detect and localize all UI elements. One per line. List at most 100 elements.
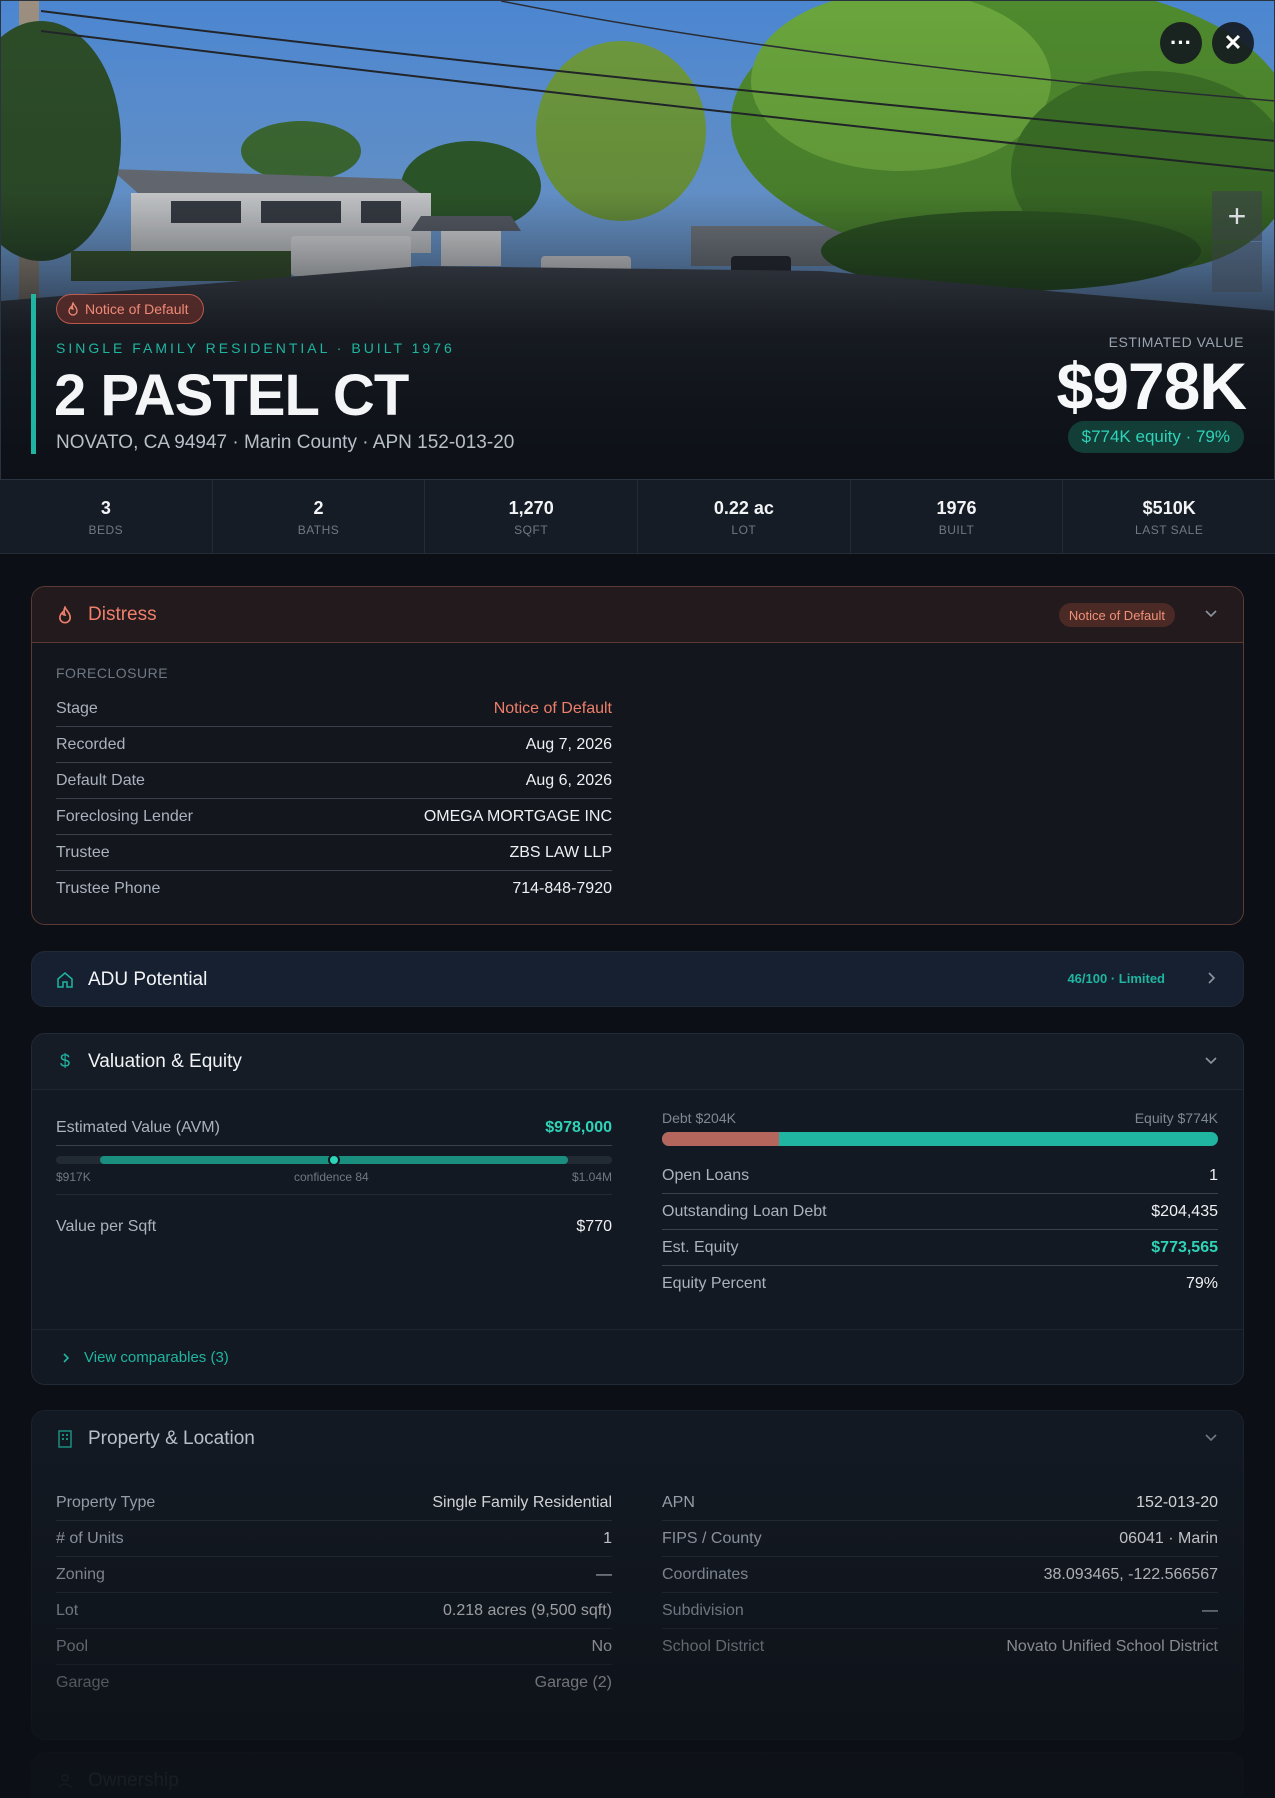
- detail-value: OMEGA MORTGAGE INC: [423, 807, 612, 825]
- valuation-header[interactable]: $ Valuation & Equity: [32, 1034, 1243, 1090]
- comparables-label: View comparables (3): [84, 1349, 229, 1366]
- range-high: $1.04M: [571, 1170, 612, 1184]
- property-header[interactable]: Property & Location: [32, 1411, 1243, 1467]
- detail-value: ZBS LAW LLP: [509, 843, 612, 861]
- detail-key: Trustee Phone: [56, 880, 161, 897]
- detail-row: Pool No: [56, 1629, 612, 1665]
- estimated-value: $978K: [1056, 349, 1247, 423]
- avm-range-bar: [56, 1154, 612, 1166]
- close-icon: ✕: [1223, 30, 1243, 55]
- debt-segment: [662, 1132, 779, 1146]
- detail-row: # of Units 1: [56, 1521, 612, 1557]
- detail-value: No: [591, 1637, 612, 1655]
- chevron-down-icon[interactable]: [1203, 1053, 1219, 1069]
- chevron-right-icon: [63, 1352, 70, 1363]
- more-icon: ···: [1170, 30, 1192, 55]
- detail-value: 1: [1209, 1166, 1218, 1184]
- detail-key: School District: [662, 1638, 765, 1655]
- distress-header[interactable]: Distress Notice of Default: [32, 587, 1243, 643]
- detail-row: Property Type Single Family Residential: [56, 1485, 612, 1521]
- valuation-equity-card: $ Valuation & Equity Estimated Value (AV…: [31, 1033, 1244, 1385]
- detail-row: APN 152-013-20: [662, 1485, 1218, 1521]
- property-details-right: APN 152-013-20 FIPS / County 06041 · Mar…: [662, 1485, 1218, 1665]
- zoom-in-button[interactable]: +: [1212, 191, 1262, 241]
- stat-value: 1976: [936, 498, 977, 518]
- detail-key: Default Date: [56, 771, 145, 789]
- avm-block: Estimated Value (AVM) $978,000 $917K con…: [56, 1110, 612, 1245]
- title-accent-bar: [31, 294, 36, 454]
- detail-value: Aug 7, 2026: [525, 735, 612, 753]
- detail-key: Value per Sqft: [56, 1218, 157, 1235]
- loan-details: Open Loans 1 Outstanding Loan Debt $204,…: [662, 1158, 1218, 1302]
- detail-row: Trustee Phone 714-848-7920: [56, 871, 612, 907]
- stat-label: BUILT: [938, 523, 975, 537]
- debt-equity-block: Debt $204K Equity $774K Open Loans 1 Out…: [662, 1110, 1218, 1302]
- debt-equity-bar: [662, 1132, 1218, 1146]
- detail-value: 152-013-20: [1136, 1493, 1218, 1511]
- detail-row: Est. Equity $773,565: [662, 1230, 1218, 1266]
- view-comparables-link[interactable]: View comparables (3): [32, 1329, 1243, 1384]
- range-low: $917K: [56, 1170, 91, 1184]
- detail-key: Pool: [56, 1637, 89, 1655]
- detail-row: FIPS / County 06041 · Marin: [662, 1521, 1218, 1557]
- close-button[interactable]: ✕: [1212, 22, 1254, 64]
- ownership-header[interactable]: Ownership: [32, 1753, 1243, 1798]
- stat-value: 1,270: [508, 498, 554, 518]
- detail-key: # of Units: [56, 1529, 124, 1547]
- home-icon: [56, 971, 74, 989]
- detail-value: 38.093465, -122.566567: [1043, 1565, 1218, 1583]
- stat-lot: 0.22 ac LOT: [638, 480, 851, 553]
- detail-value: 06041 · Marin: [1119, 1529, 1218, 1547]
- detail-value[interactable]: 714-848-7920: [512, 880, 612, 898]
- stat-label: BEDS: [88, 523, 124, 537]
- detail-key: Subdivision: [662, 1601, 744, 1619]
- stat-label: LAST SALE: [1135, 523, 1204, 537]
- debt-label: Debt $204K: [662, 1110, 736, 1126]
- detail-key: Zoning: [56, 1565, 105, 1583]
- card-title: Distress: [88, 603, 157, 625]
- detail-row: Zoning —: [56, 1557, 612, 1593]
- card-title: Valuation & Equity: [88, 1050, 242, 1072]
- card-title: Property & Location: [88, 1428, 255, 1449]
- detail-value: 1: [603, 1529, 612, 1547]
- detail-key: Outstanding Loan Debt: [662, 1202, 827, 1220]
- stat-built: 1976 BUILT: [851, 480, 1064, 553]
- adu-header[interactable]: ADU Potential 46/100 · Limited: [32, 952, 1243, 1006]
- detail-key: Property Type: [56, 1493, 156, 1511]
- avm-marker: [328, 1154, 340, 1166]
- avm-label: Estimated Value (AVM): [56, 1118, 220, 1136]
- detail-value: $773,565: [1151, 1238, 1218, 1256]
- section-label: FORECLOSURE: [56, 665, 169, 681]
- detail-value: $204,435: [1151, 1202, 1218, 1220]
- zoom-out-button[interactable]: [1212, 242, 1262, 292]
- detail-key: Trustee: [56, 843, 110, 861]
- adu-potential-card[interactable]: ADU Potential 46/100 · Limited: [31, 951, 1244, 1007]
- value-per-sqft-row: Value per Sqft $770: [56, 1209, 612, 1245]
- chevron-down-icon[interactable]: [1203, 1430, 1219, 1446]
- detail-key: Est. Equity: [662, 1238, 739, 1256]
- chevron-right-icon[interactable]: [1203, 971, 1219, 987]
- avm-value: $978,000: [545, 1118, 612, 1136]
- debt-equity-labels: Debt $204K Equity $774K: [662, 1110, 1218, 1126]
- detail-value: Novato Unified School District: [1006, 1638, 1218, 1655]
- detail-row: Stage Notice of Default: [56, 691, 612, 727]
- detail-value: —: [1202, 1601, 1218, 1619]
- detail-value: $770: [576, 1218, 612, 1235]
- detail-row: Coordinates 38.093465, -122.566567: [662, 1557, 1218, 1593]
- chevron-down-icon[interactable]: [1203, 606, 1219, 622]
- stat-label: BATHS: [297, 523, 340, 537]
- detail-row: Lot 0.218 acres (9,500 sqft): [56, 1593, 612, 1629]
- detail-value: Single Family Residential: [432, 1493, 612, 1511]
- more-options-button[interactable]: ···: [1160, 22, 1202, 64]
- detail-value: 79%: [1185, 1275, 1218, 1292]
- detail-value: Garage (2): [534, 1674, 612, 1691]
- detail-value: Aug 6, 2026: [525, 771, 612, 789]
- property-location-card: Property & Location Property Type Single…: [31, 1410, 1244, 1740]
- detail-value: 0.218 acres (9,500 sqft): [443, 1601, 612, 1619]
- detail-key: Recorded: [56, 735, 126, 753]
- detail-row: Subdivision —: [662, 1593, 1218, 1629]
- ownership-card[interactable]: Ownership: [31, 1752, 1244, 1798]
- stat-value: 3: [100, 498, 111, 518]
- detail-key: Foreclosing Lender: [56, 807, 193, 825]
- detail-key: Equity Percent: [662, 1275, 767, 1292]
